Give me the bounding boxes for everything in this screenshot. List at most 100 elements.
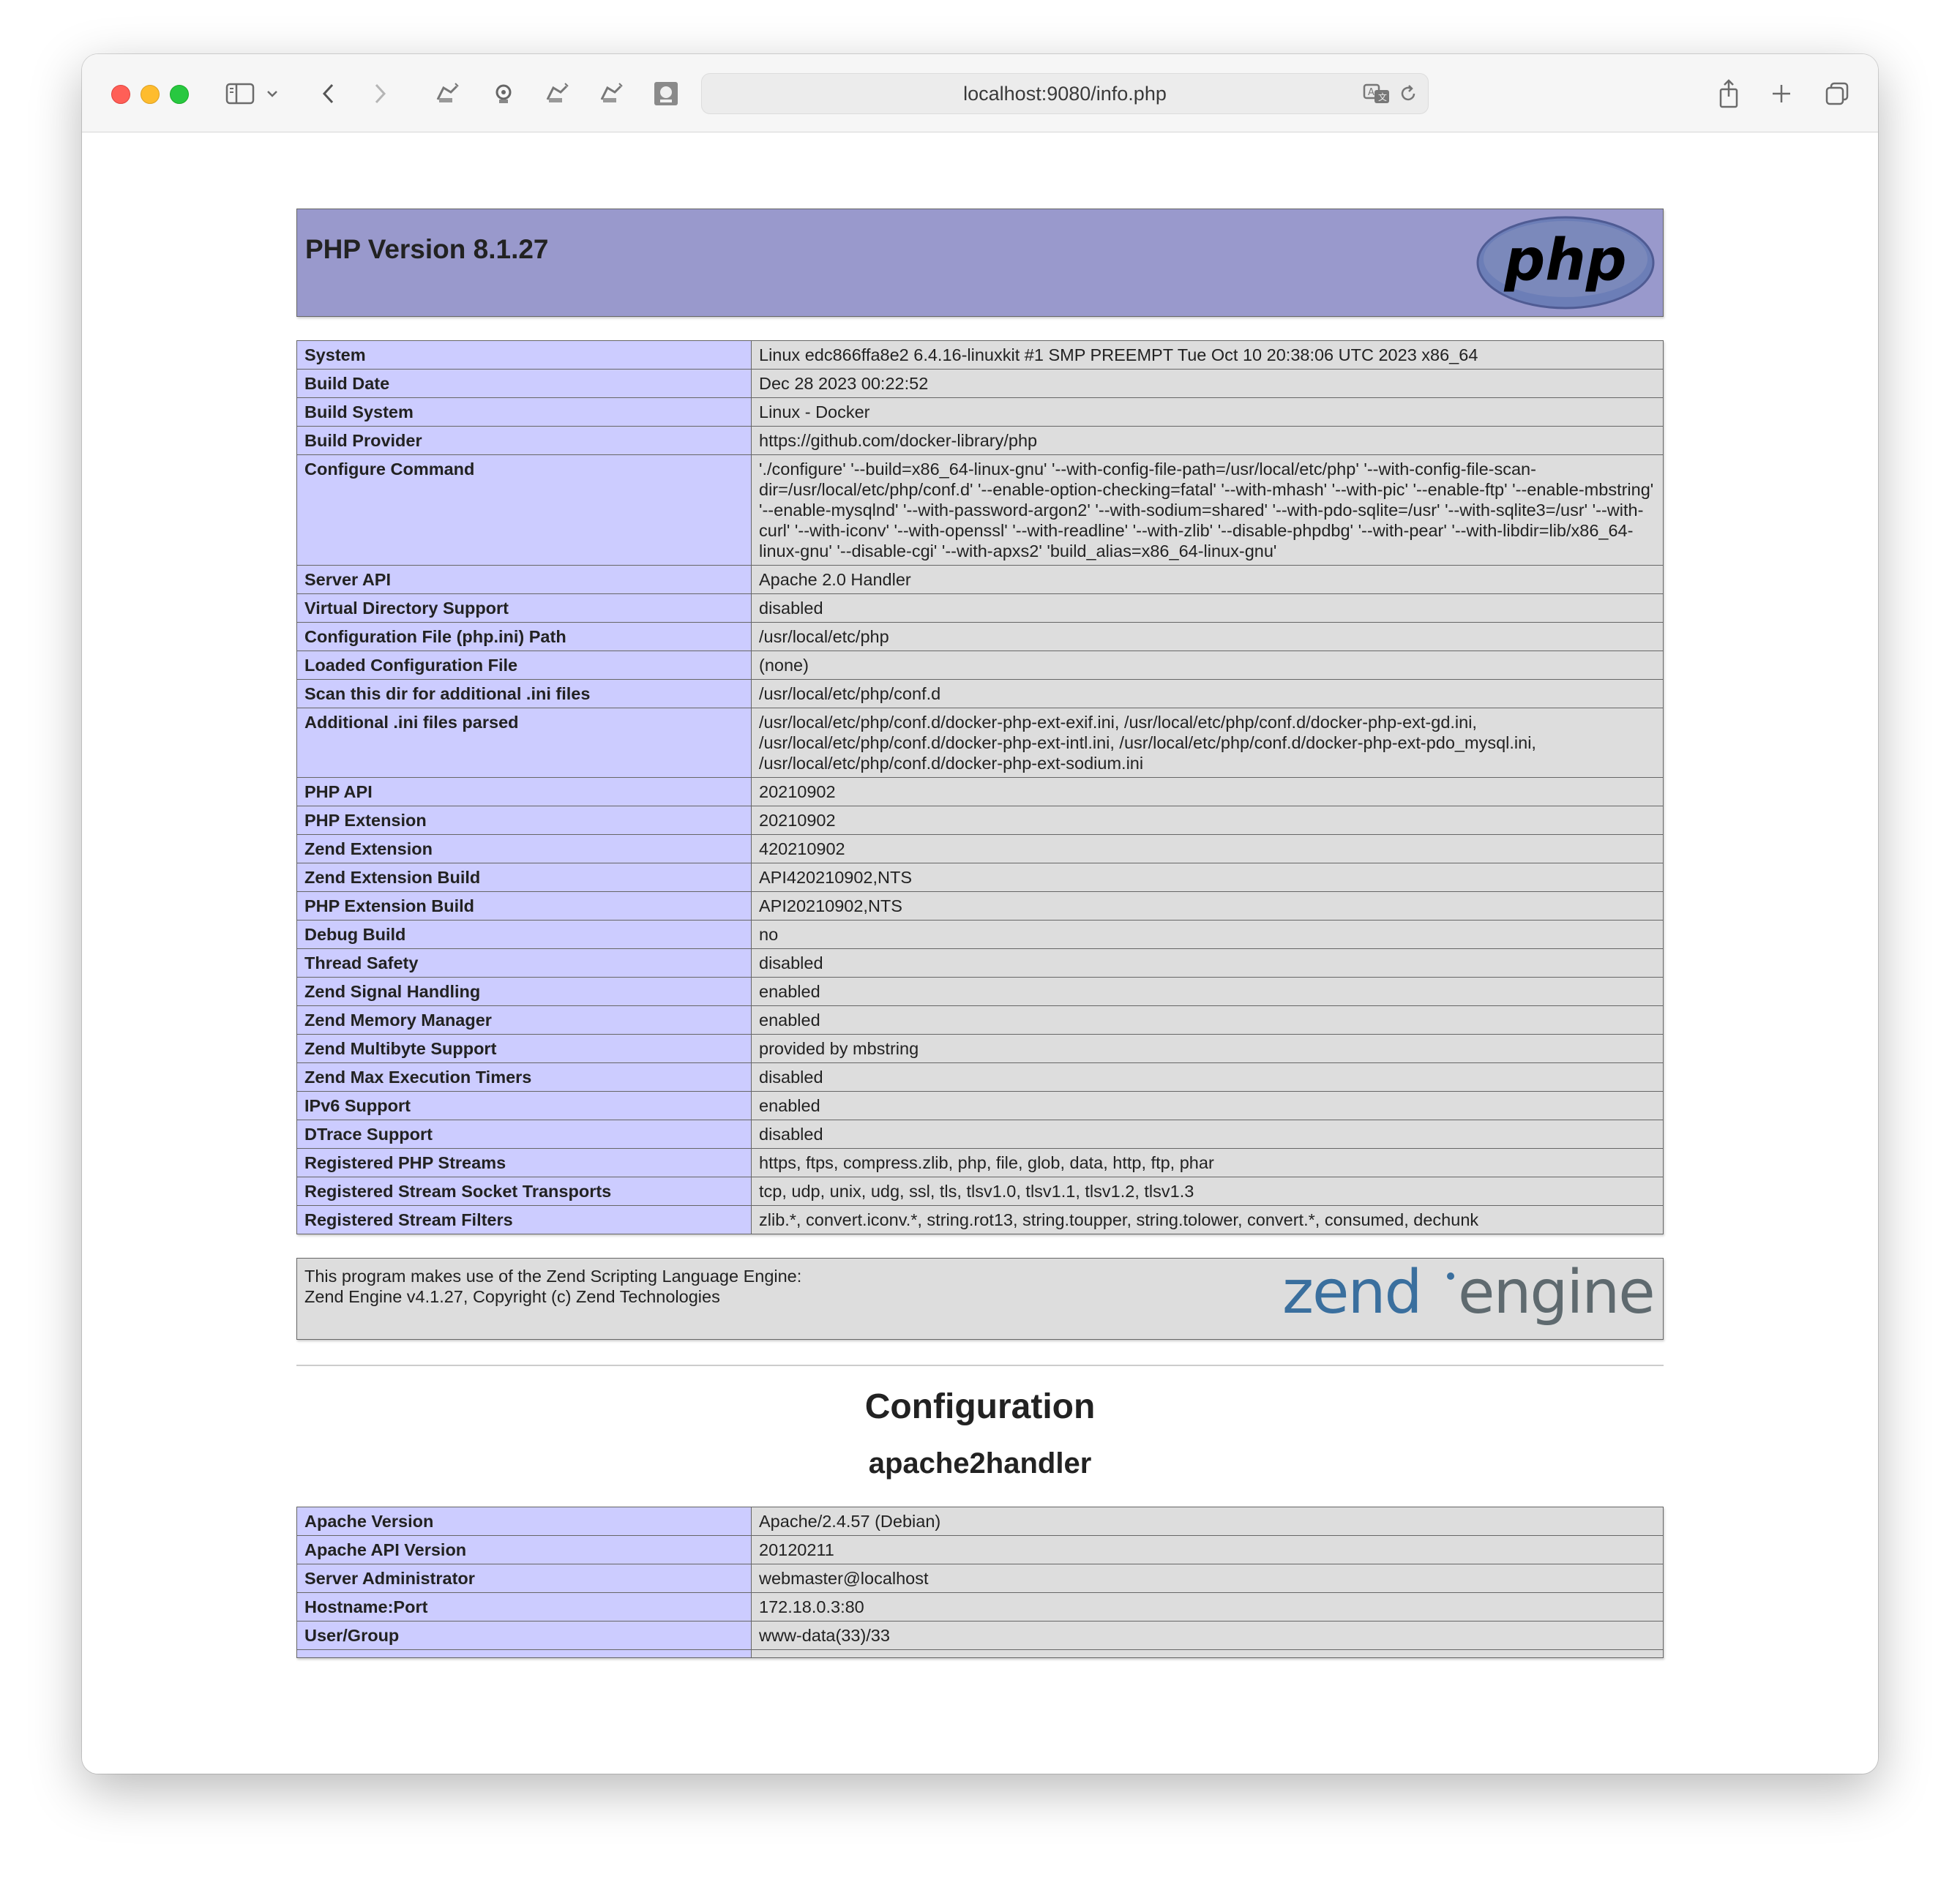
row-label: PHP Extension xyxy=(296,806,752,835)
row-value: Apache/2.4.57 (Debian) xyxy=(751,1507,1664,1536)
row-label: Virtual Directory Support xyxy=(296,593,752,623)
row-label: PHP Extension Build xyxy=(296,891,752,921)
row-label: Zend Extension xyxy=(296,834,752,863)
php-logo-text: php xyxy=(1503,228,1626,293)
browser-window: localhost:9080/info.php A文 PHP Version 8… xyxy=(82,54,1878,1774)
row-value: disabled xyxy=(751,948,1664,978)
row-label: Build System xyxy=(296,397,752,427)
row-value: disabled xyxy=(751,1062,1664,1092)
table-row: DTrace Support disabled xyxy=(296,1120,1664,1149)
zend-engine-logo[interactable]: zend engine xyxy=(1282,1258,1656,1342)
tab-overview-icon[interactable] xyxy=(1822,78,1852,110)
close-window-button[interactable] xyxy=(111,85,130,104)
extension-icon-5[interactable] xyxy=(650,78,682,110)
row-label: Build Provider xyxy=(296,426,752,455)
row-label: Zend Memory Manager xyxy=(296,1005,752,1035)
translate-icon[interactable]: A文 xyxy=(1361,78,1393,110)
table-row: PHP API 20210902 xyxy=(296,777,1664,806)
chevron-down-icon[interactable] xyxy=(263,78,281,110)
table-row: Zend Max Execution Timers disabled xyxy=(296,1062,1664,1092)
row-value: disabled xyxy=(751,1120,1664,1149)
row-label: Configure Command xyxy=(296,454,752,566)
table-row: Thread Safety disabled xyxy=(296,948,1664,978)
row-value: /usr/local/etc/php/conf.d/docker-php-ext… xyxy=(751,708,1664,778)
table-row: Registered Stream Socket Transports tcp, … xyxy=(296,1177,1664,1206)
back-icon[interactable] xyxy=(318,78,340,110)
table-row: Configure Command './configure' '--build=… xyxy=(296,454,1664,566)
apache-config-table: Apache Version Apache/2.4.57 (Debian) Apac… xyxy=(296,1507,1664,1658)
row-label: Thread Safety xyxy=(296,948,752,978)
row-value: 20120211 xyxy=(751,1535,1664,1564)
row-label: Hostname:Port xyxy=(296,1592,752,1622)
table-row: Zend Memory Manager enabled xyxy=(296,1005,1664,1035)
row-label: Debug Build xyxy=(296,920,752,949)
new-tab-icon[interactable] xyxy=(1767,78,1796,110)
php-logo[interactable]: php xyxy=(1475,215,1656,314)
browser-toolbar: localhost:9080/info.php A文 xyxy=(82,54,1878,132)
zoom-window-button[interactable] xyxy=(170,85,189,104)
svg-text:A: A xyxy=(1368,87,1374,98)
row-value: Dec 28 2023 00:22:52 xyxy=(751,369,1664,398)
reload-icon[interactable] xyxy=(1396,78,1421,110)
row-value: /usr/local/etc/php xyxy=(751,622,1664,651)
zend-engine-box: This program makes use of the Zend Scrip… xyxy=(296,1258,1664,1340)
share-icon[interactable] xyxy=(1714,78,1743,110)
row-value: enabled xyxy=(751,977,1664,1006)
extension-icon-3[interactable] xyxy=(542,78,574,110)
row-label: Apache Version xyxy=(296,1507,752,1536)
row-value: enabled xyxy=(751,1005,1664,1035)
row-label: DTrace Support xyxy=(296,1120,752,1149)
table-row: Registered Stream Filters zlib.*, convert… xyxy=(296,1205,1664,1234)
row-label: Build Date xyxy=(296,369,752,398)
info-table: System Linux edc866ffa8e2 6.4.16-linuxkit… xyxy=(296,340,1664,1234)
sidebar-toggle-icon[interactable] xyxy=(224,78,256,110)
table-row: Server Administrator webmaster@localhost xyxy=(296,1564,1664,1593)
row-value: disabled xyxy=(751,593,1664,623)
row-value: 20210902 xyxy=(751,777,1664,806)
row-value: enabled xyxy=(751,1091,1664,1120)
table-row: Loaded Configuration File (none) xyxy=(296,651,1664,680)
table-row: Configuration File (php.ini) Path/usr/lo… xyxy=(296,622,1664,651)
table-row: System Linux edc866ffa8e2 6.4.16-linuxkit… xyxy=(296,340,1664,370)
table-row: Build System Linux - Docker xyxy=(296,397,1664,427)
row-label: User/Group xyxy=(296,1621,752,1650)
table-row: IPv6 Support enabled xyxy=(296,1091,1664,1120)
extension-icon-2[interactable] xyxy=(487,78,520,110)
table-row: PHP Extension 20210902 xyxy=(296,806,1664,835)
row-value: provided by mbstring xyxy=(751,1034,1664,1063)
row-label: Additional .ini files parsed xyxy=(296,708,752,778)
table-row: Additional .ini files parsed/usr/local/e… xyxy=(296,708,1664,778)
row-value: Linux - Docker xyxy=(751,397,1664,427)
row-value: https, ftps, compress.zlib, php, file, g… xyxy=(751,1148,1664,1177)
row-label: Zend Signal Handling xyxy=(296,977,752,1006)
row-label: IPv6 Support xyxy=(296,1091,752,1120)
minimize-window-button[interactable] xyxy=(141,85,160,104)
row-value xyxy=(751,1649,1664,1658)
row-label: Server Administrator xyxy=(296,1564,752,1593)
table-row: Zend Extension Build API420210902,NTS xyxy=(296,863,1664,892)
extension-icon-1[interactable] xyxy=(432,78,464,110)
table-row xyxy=(296,1649,1664,1658)
row-value: (none) xyxy=(751,651,1664,680)
row-label: Zend Max Execution Timers xyxy=(296,1062,752,1092)
address-bar[interactable]: localhost:9080/info.php A文 xyxy=(701,73,1429,114)
table-row: Build Date Dec 28 2023 00:22:52 xyxy=(296,369,1664,398)
row-value: 420210902 xyxy=(751,834,1664,863)
row-label: System xyxy=(296,340,752,370)
extension-icon-4[interactable] xyxy=(596,78,628,110)
row-value: 172.18.0.3:80 xyxy=(751,1592,1664,1622)
php-version-header: PHP Version 8.1.27 php xyxy=(296,209,1664,317)
table-row: Debug Build no xyxy=(296,920,1664,949)
phpinfo-center: PHP Version 8.1.27 php System Linux edc86… xyxy=(296,209,1664,1658)
table-row: Hostname:Port 172.18.0.3:80 xyxy=(296,1592,1664,1622)
table-row: Registered PHP Streams https, ftps, compr… xyxy=(296,1148,1664,1177)
page-content: PHP Version 8.1.27 php System Linux edc86… xyxy=(82,132,1878,1774)
zend-logo-text: zend xyxy=(1282,1261,1421,1327)
row-label: Registered Stream Socket Transports xyxy=(296,1177,752,1206)
engine-logo-text: engine xyxy=(1458,1261,1654,1327)
table-row: Zend Signal Handling enabled xyxy=(296,977,1664,1006)
url-text[interactable]: localhost:9080/info.php xyxy=(702,74,1428,113)
forward-icon[interactable] xyxy=(369,78,391,110)
row-label: Zend Extension Build xyxy=(296,863,752,892)
row-label: Configuration File (php.ini) Path xyxy=(296,622,752,651)
